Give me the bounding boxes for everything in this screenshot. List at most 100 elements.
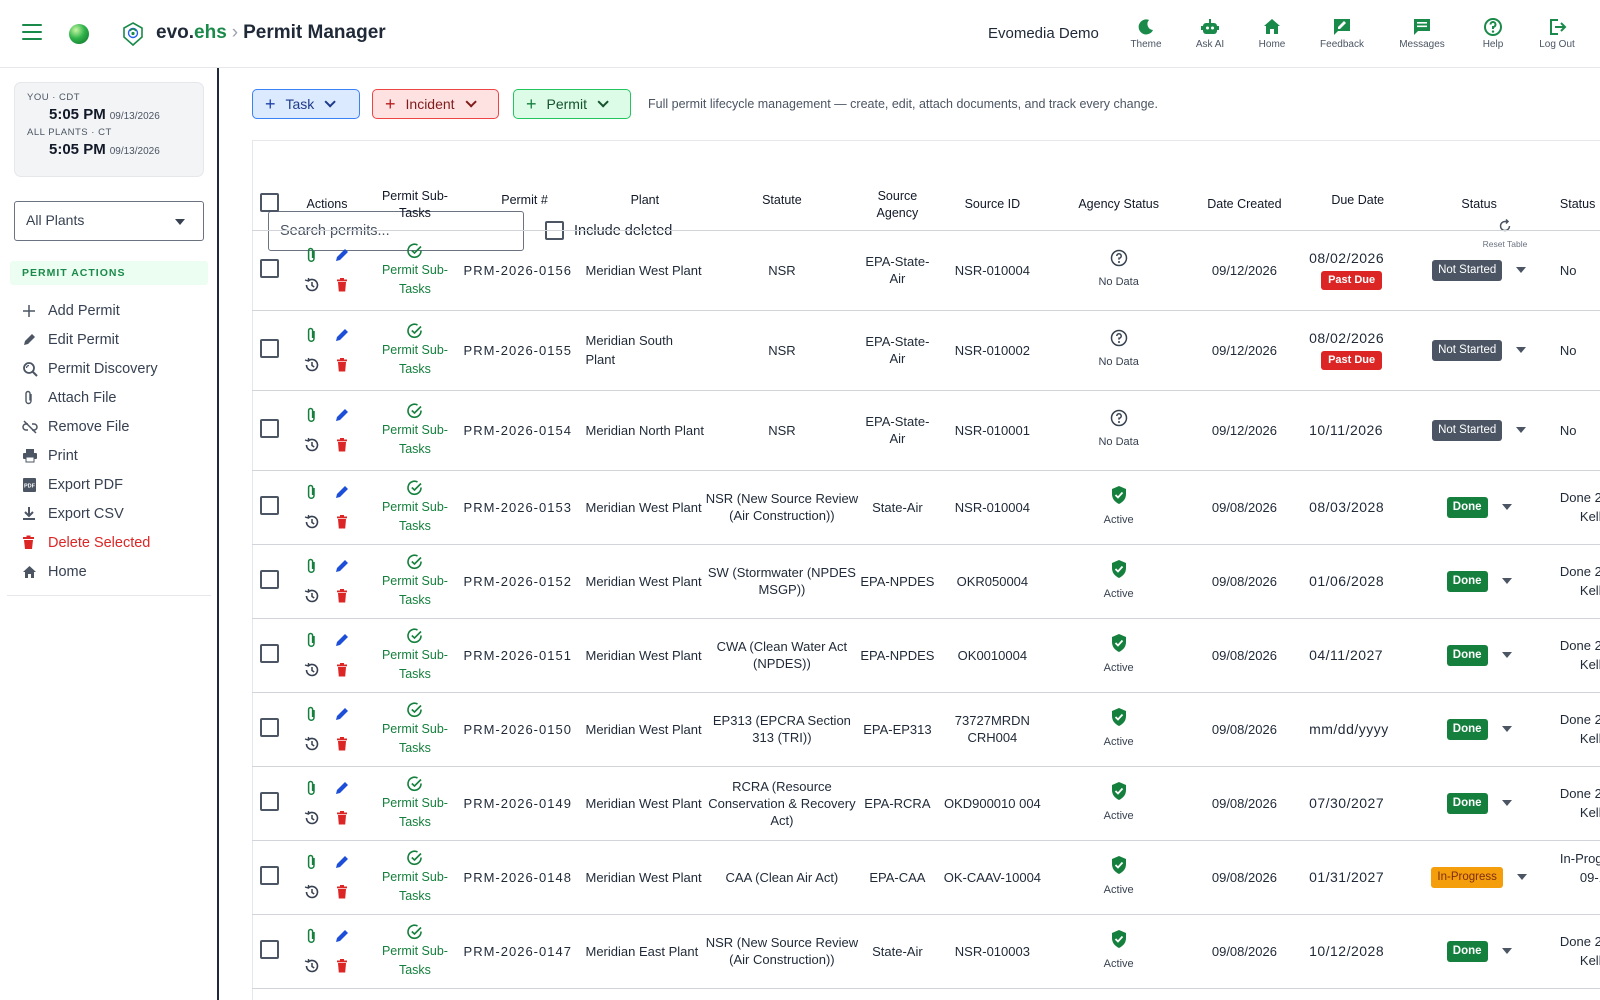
permit-number[interactable]: PRM-2026-0149: [463, 766, 586, 841]
menu-edit-permit[interactable]: Edit Permit: [22, 325, 208, 354]
table-row[interactable]: Permit Sub-Tasks PRM-2026-0156 Meridian We…: [252, 230, 1600, 311]
menu-delete-selected[interactable]: Delete Selected: [22, 528, 208, 557]
permit-number[interactable]: PRM-2026-0156: [463, 230, 586, 311]
row-checkbox[interactable]: [260, 418, 280, 438]
paperclip-icon[interactable]: [303, 246, 321, 264]
trash-icon[interactable]: [333, 809, 351, 827]
status-dropdown-caret-icon[interactable]: [1501, 652, 1512, 658]
row-checkbox[interactable]: [260, 643, 280, 663]
col-subtasks[interactable]: Permit Sub-Tasks: [366, 180, 464, 231]
hamburger-menu-icon[interactable]: [22, 24, 42, 40]
history-icon[interactable]: [303, 276, 321, 294]
trash-icon[interactable]: [333, 957, 351, 975]
table-row[interactable]: Permit Sub-Tasks PRM-2026-0153 Meridian We…: [252, 470, 1600, 545]
edit-pencil-icon[interactable]: [333, 483, 351, 501]
permit-number[interactable]: PRM-2026-0152: [463, 544, 586, 619]
edit-pencil-icon[interactable]: [333, 927, 351, 945]
task-dropdown-button[interactable]: + Task: [252, 89, 360, 119]
edit-pencil-icon[interactable]: [333, 246, 351, 264]
due-date[interactable]: 10/11/2026: [1309, 422, 1414, 439]
trash-icon[interactable]: [333, 587, 351, 605]
nav-logout-button[interactable]: Log Out: [1525, 17, 1589, 50]
paperclip-icon[interactable]: [303, 853, 321, 871]
permit-number[interactable]: PRM-2026-0150: [463, 692, 586, 767]
subtasks-link[interactable]: Permit Sub-Tasks: [366, 627, 463, 684]
menu-print[interactable]: Print: [22, 441, 208, 470]
status-dropdown-caret-icon[interactable]: [1501, 726, 1512, 732]
trash-icon[interactable]: [333, 661, 351, 679]
history-icon[interactable]: [303, 957, 321, 975]
history-icon[interactable]: [303, 809, 321, 827]
menu-home[interactable]: Home: [22, 557, 208, 586]
permit-number[interactable]: PRM-2026-0155: [463, 310, 586, 391]
select-all-checkbox[interactable]: [260, 192, 280, 212]
row-checkbox[interactable]: [260, 258, 280, 278]
subtasks-link[interactable]: Permit Sub-Tasks: [366, 322, 463, 379]
history-icon[interactable]: [303, 587, 321, 605]
trash-icon[interactable]: [333, 276, 351, 294]
table-row[interactable]: Permit Sub-Tasks PRM-2026-0154 Meridian No…: [252, 390, 1600, 471]
edit-pencil-icon[interactable]: [333, 779, 351, 797]
col-permit-no[interactable]: Permit #: [463, 180, 586, 231]
history-icon[interactable]: [303, 513, 321, 531]
trash-icon[interactable]: [333, 356, 351, 374]
col-actions[interactable]: Actions: [287, 180, 367, 231]
edit-pencil-icon[interactable]: [333, 853, 351, 871]
col-due-date[interactable]: Due Date: [1301, 180, 1415, 231]
nav-ask-ai-button[interactable]: Ask AI: [1178, 17, 1242, 50]
paperclip-icon[interactable]: [303, 927, 321, 945]
row-checkbox[interactable]: [260, 939, 280, 959]
menu-remove-file[interactable]: Remove File: [22, 412, 208, 441]
due-date[interactable]: mm/dd/yyyy: [1309, 721, 1414, 738]
nav-theme-button[interactable]: Theme: [1114, 17, 1178, 50]
col-date-created[interactable]: Date Created: [1187, 180, 1302, 231]
trash-icon[interactable]: [333, 436, 351, 454]
table-row[interactable]: Permit Sub-Tasks PRM-2026-0148 Meridian We…: [252, 840, 1600, 915]
history-icon[interactable]: [303, 356, 321, 374]
permit-number[interactable]: PRM-2026-0154: [463, 390, 586, 471]
paperclip-icon[interactable]: [303, 483, 321, 501]
status-dropdown-caret-icon[interactable]: [1501, 948, 1512, 954]
table-row[interactable]: Permit Sub-Tasks PRM-2026-0150 Meridian We…: [252, 692, 1600, 767]
col-source-agency[interactable]: Source Agency: [859, 180, 936, 231]
history-icon[interactable]: [303, 436, 321, 454]
paperclip-icon[interactable]: [303, 779, 321, 797]
due-date[interactable]: 01/31/2027: [1309, 869, 1414, 886]
status-dropdown-caret-icon[interactable]: [1516, 267, 1527, 273]
due-date[interactable]: 08/02/2026: [1309, 250, 1414, 267]
table-row[interactable]: Permit Sub-Tasks PRM-2026-0155 Meridian So…: [252, 310, 1600, 391]
status-dropdown-caret-icon[interactable]: [1501, 800, 1512, 806]
menu-permit-discovery[interactable]: Permit Discovery: [22, 354, 208, 383]
col-agency-status[interactable]: Agency Status: [1049, 180, 1188, 231]
brand-title[interactable]: evo.ehs › Permit Manager: [156, 22, 386, 44]
subtasks-link[interactable]: Permit Sub-Tasks: [366, 923, 463, 980]
paperclip-icon[interactable]: [303, 406, 321, 424]
history-icon[interactable]: [303, 735, 321, 753]
edit-pencil-icon[interactable]: [333, 705, 351, 723]
subtasks-link[interactable]: Permit Sub-Tasks: [366, 849, 463, 906]
nav-feedback-button[interactable]: Feedback: [1310, 17, 1374, 50]
menu-export-pdf[interactable]: PDF Export PDF: [22, 470, 208, 499]
table-row[interactable]: Permit Sub-Tasks PRM-2026-0151 Meridian We…: [252, 618, 1600, 693]
subtasks-link[interactable]: Permit Sub-Tasks: [366, 553, 463, 610]
subtasks-link[interactable]: Permit Sub-Tasks: [366, 242, 463, 299]
trash-icon[interactable]: [333, 513, 351, 531]
table-row[interactable]: Permit Sub-Tasks PRM-2026-0147 Meridian Ea…: [252, 914, 1600, 989]
row-checkbox[interactable]: [260, 338, 280, 358]
permit-number[interactable]: PRM-2026-0147: [463, 914, 586, 989]
subtasks-link[interactable]: Permit Sub-Tasks: [366, 775, 463, 832]
row-checkbox[interactable]: [260, 865, 280, 885]
table-row[interactable]: Permit Sub-Tasks PRM-2026-0149 Meridian We…: [252, 766, 1600, 841]
trash-icon[interactable]: [333, 735, 351, 753]
status-dropdown-caret-icon[interactable]: [1516, 427, 1527, 433]
paperclip-icon[interactable]: [303, 557, 321, 575]
due-date[interactable]: 08/02/2026: [1309, 330, 1414, 347]
edit-pencil-icon[interactable]: [333, 557, 351, 575]
due-date[interactable]: 10/12/2028: [1309, 943, 1414, 960]
row-checkbox[interactable]: [260, 717, 280, 737]
row-checkbox[interactable]: [260, 791, 280, 811]
incident-dropdown-button[interactable]: + Incident: [372, 89, 499, 119]
status-dropdown-caret-icon[interactable]: [1501, 578, 1512, 584]
paperclip-icon[interactable]: [303, 326, 321, 344]
history-icon[interactable]: [303, 661, 321, 679]
